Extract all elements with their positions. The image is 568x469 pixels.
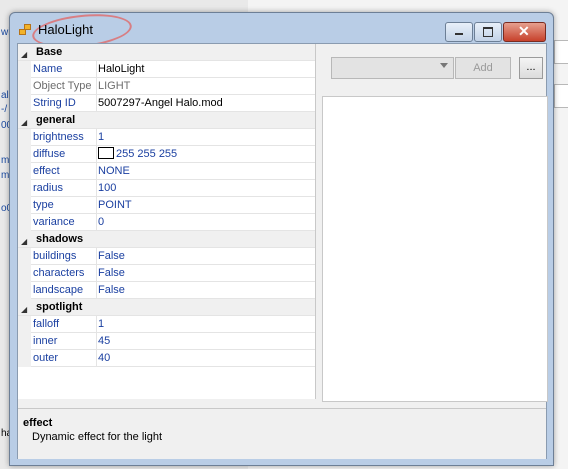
maximize-icon	[483, 27, 493, 37]
close-icon: ✕	[518, 23, 530, 39]
property-row[interactable]: String ID 5007297-Angel Halo.mod	[18, 95, 315, 112]
category-label: shadows	[36, 233, 84, 245]
property-row[interactable]: characters False	[18, 265, 315, 282]
property-value: LIGHT	[98, 80, 131, 92]
component-type-combo[interactable]	[331, 57, 454, 79]
help-pane: effect Dynamic effect for the light	[18, 408, 546, 459]
dialog-client-area: ◢ Base Name HaloLight Object Type LIGHT St…	[17, 43, 548, 459]
category-spotlight[interactable]: ◢ spotlight	[18, 299, 315, 316]
property-row[interactable]: diffuse 255 255 255	[18, 146, 315, 163]
property-row[interactable]: Object Type LIGHT	[18, 78, 315, 95]
property-row[interactable]: Name HaloLight	[18, 61, 315, 78]
property-row[interactable]: buildings False	[18, 248, 315, 265]
property-name: brightness	[31, 129, 97, 145]
chevron-down-icon[interactable]	[440, 63, 448, 68]
property-name: landscape	[31, 282, 97, 298]
background-box	[554, 40, 568, 64]
property-name: outer	[31, 350, 97, 366]
category-shadows[interactable]: ◢ shadows	[18, 231, 315, 248]
window-title: HaloLight	[38, 22, 93, 37]
property-row[interactable]: brightness 1	[18, 129, 315, 146]
property-row[interactable]: radius 100	[18, 180, 315, 197]
property-value[interactable]: 40	[98, 350, 110, 366]
category-general[interactable]: ◢ general	[18, 112, 315, 129]
property-name: variance	[31, 214, 97, 230]
help-description: Dynamic effect for the light	[32, 431, 163, 443]
property-value: 255 255 255	[116, 148, 178, 160]
property-value[interactable]: False	[98, 265, 125, 281]
property-name: Name	[31, 61, 97, 77]
property-name: buildings	[31, 248, 97, 264]
halolight-window: HaloLight ✕ ◢ Base Name HaloLight Object …	[9, 9, 554, 466]
property-row[interactable]: type POINT	[18, 197, 315, 214]
property-name: effect	[31, 163, 97, 179]
app-icon	[19, 24, 31, 35]
background-box	[554, 84, 568, 108]
category-label: spotlight	[36, 301, 83, 313]
category-label: general	[36, 114, 76, 126]
property-value[interactable]: 1	[98, 129, 104, 145]
property-row[interactable]: falloff 1	[18, 316, 315, 333]
property-name: type	[31, 197, 97, 213]
add-button[interactable]: Add	[455, 57, 511, 79]
property-row[interactable]: inner 45	[18, 333, 315, 350]
property-row[interactable]: outer 40	[18, 350, 315, 367]
property-name: diffuse	[31, 146, 97, 162]
color-swatch	[98, 147, 114, 159]
property-value[interactable]: 5007297-Angel Halo.mod	[98, 95, 223, 111]
property-row[interactable]: variance 0	[18, 214, 315, 231]
property-name: Object Type	[31, 78, 97, 94]
property-name: String ID	[31, 95, 97, 111]
component-list[interactable]	[322, 96, 548, 402]
property-value-diffuse[interactable]: 255 255 255	[98, 146, 177, 162]
property-name: radius	[31, 180, 97, 196]
close-button[interactable]: ✕	[503, 22, 546, 42]
property-value[interactable]: POINT	[98, 197, 132, 213]
minimize-button[interactable]	[445, 22, 473, 42]
more-button[interactable]: ...	[519, 57, 543, 79]
property-name: falloff	[31, 316, 97, 332]
property-value[interactable]: HaloLight	[98, 61, 144, 77]
background-text: -/	[1, 104, 8, 115]
minimize-icon	[455, 33, 463, 35]
property-value[interactable]: False	[98, 282, 125, 298]
property-row[interactable]: landscape False	[18, 282, 315, 299]
property-value[interactable]: 1	[98, 316, 104, 332]
property-value[interactable]: False	[98, 248, 125, 264]
property-value[interactable]: NONE	[98, 163, 130, 179]
category-base[interactable]: ◢ Base	[18, 44, 315, 61]
property-row[interactable]: effect NONE	[18, 163, 315, 180]
property-grid[interactable]: ◢ Base Name HaloLight Object Type LIGHT St…	[18, 44, 316, 399]
property-name: inner	[31, 333, 97, 349]
property-value[interactable]: 0	[98, 214, 104, 230]
maximize-button[interactable]	[474, 22, 502, 42]
category-label: Base	[36, 46, 63, 58]
property-name: characters	[31, 265, 97, 281]
help-title: effect	[23, 417, 53, 429]
property-value[interactable]: 45	[98, 333, 110, 349]
title-bar[interactable]: HaloLight ✕	[10, 9, 553, 53]
property-value[interactable]: 100	[98, 180, 116, 196]
